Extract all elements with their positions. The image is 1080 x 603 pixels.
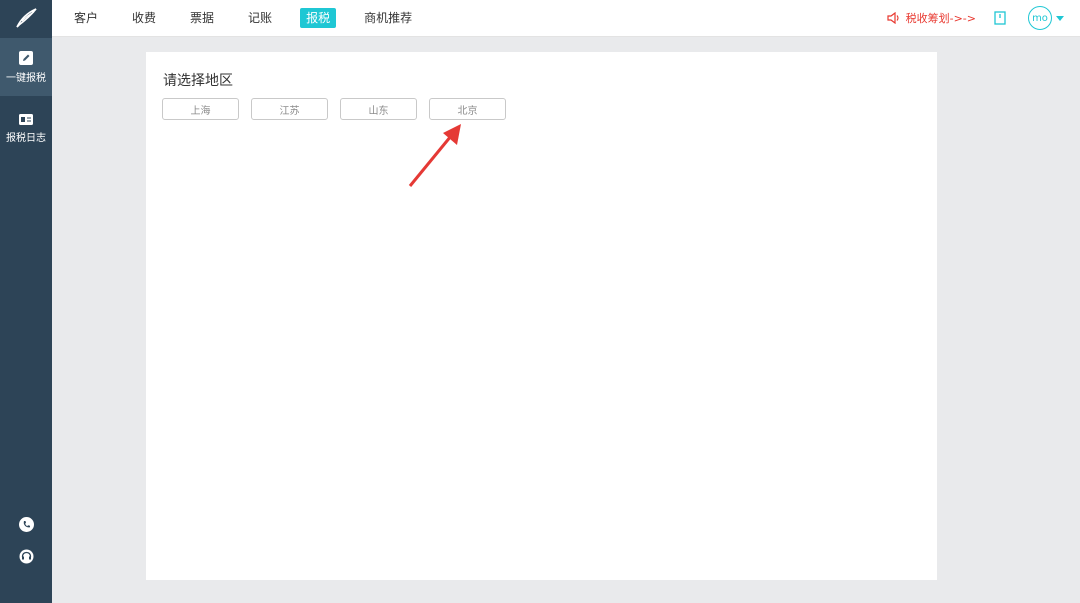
caret-down-icon [1056, 15, 1064, 21]
app-logo[interactable] [0, 0, 52, 36]
page-title: 请选择地区 [163, 73, 233, 89]
nav-item-invoices[interactable]: 票据 [184, 8, 220, 28]
guide-book-button[interactable] [994, 11, 1006, 25]
main-nav: 客户 收费 票据 记账 报税 商机推荐 [60, 0, 426, 36]
user-avatar[interactable]: mo [1028, 6, 1052, 30]
user-menu-toggle[interactable] [1056, 15, 1064, 21]
region-button-jiangsu[interactable]: 江苏 [251, 98, 328, 120]
support-button[interactable] [18, 548, 34, 564]
phone-button[interactable] [18, 516, 34, 532]
sidebar-item-label: 报税日志 [6, 133, 46, 144]
sidebar-item-filing-log[interactable]: 报税日志 [0, 100, 52, 158]
nav-item-tax-filing[interactable]: 报税 [300, 8, 337, 28]
log-card-icon [19, 114, 33, 125]
region-button-shandong[interactable]: 山东 [340, 98, 417, 120]
book-icon [994, 11, 1006, 25]
feather-logo-icon [16, 8, 37, 28]
region-selector: 上海 江苏 山东 北京 [162, 98, 518, 120]
tax-planning-label: 税收筹划->-> [905, 12, 976, 25]
headset-support-icon [19, 549, 33, 563]
sidebar-item-one-click-filing[interactable]: 一键报税 [0, 38, 52, 96]
nav-item-bookkeeping[interactable]: 记账 [242, 8, 278, 28]
sidebar: 一键报税 报税日志 [0, 36, 52, 603]
nav-item-business-opportunities[interactable]: 商机推荐 [358, 8, 418, 28]
header-right-tools: 税收筹划->-> mo [887, 0, 1080, 36]
annotation-arrow-icon [408, 124, 461, 187]
tax-planning-link[interactable]: 税收筹划->-> [887, 10, 976, 26]
region-button-shanghai[interactable]: 上海 [162, 98, 239, 120]
main-panel: 请选择地区 上海 江苏 山东 北京 [146, 52, 937, 580]
phone-icon [18, 516, 34, 532]
region-button-beijing[interactable]: 北京 [429, 98, 506, 120]
top-bar: 客户 收费 票据 记账 报税 商机推荐 税收筹划->-> mo [0, 0, 1080, 37]
sidebar-item-label: 一键报税 [6, 72, 46, 84]
speaker-icon [887, 12, 899, 24]
nav-item-customers[interactable]: 客户 [68, 8, 104, 28]
edit-icon [19, 50, 33, 65]
nav-item-billing[interactable]: 收费 [126, 8, 162, 28]
